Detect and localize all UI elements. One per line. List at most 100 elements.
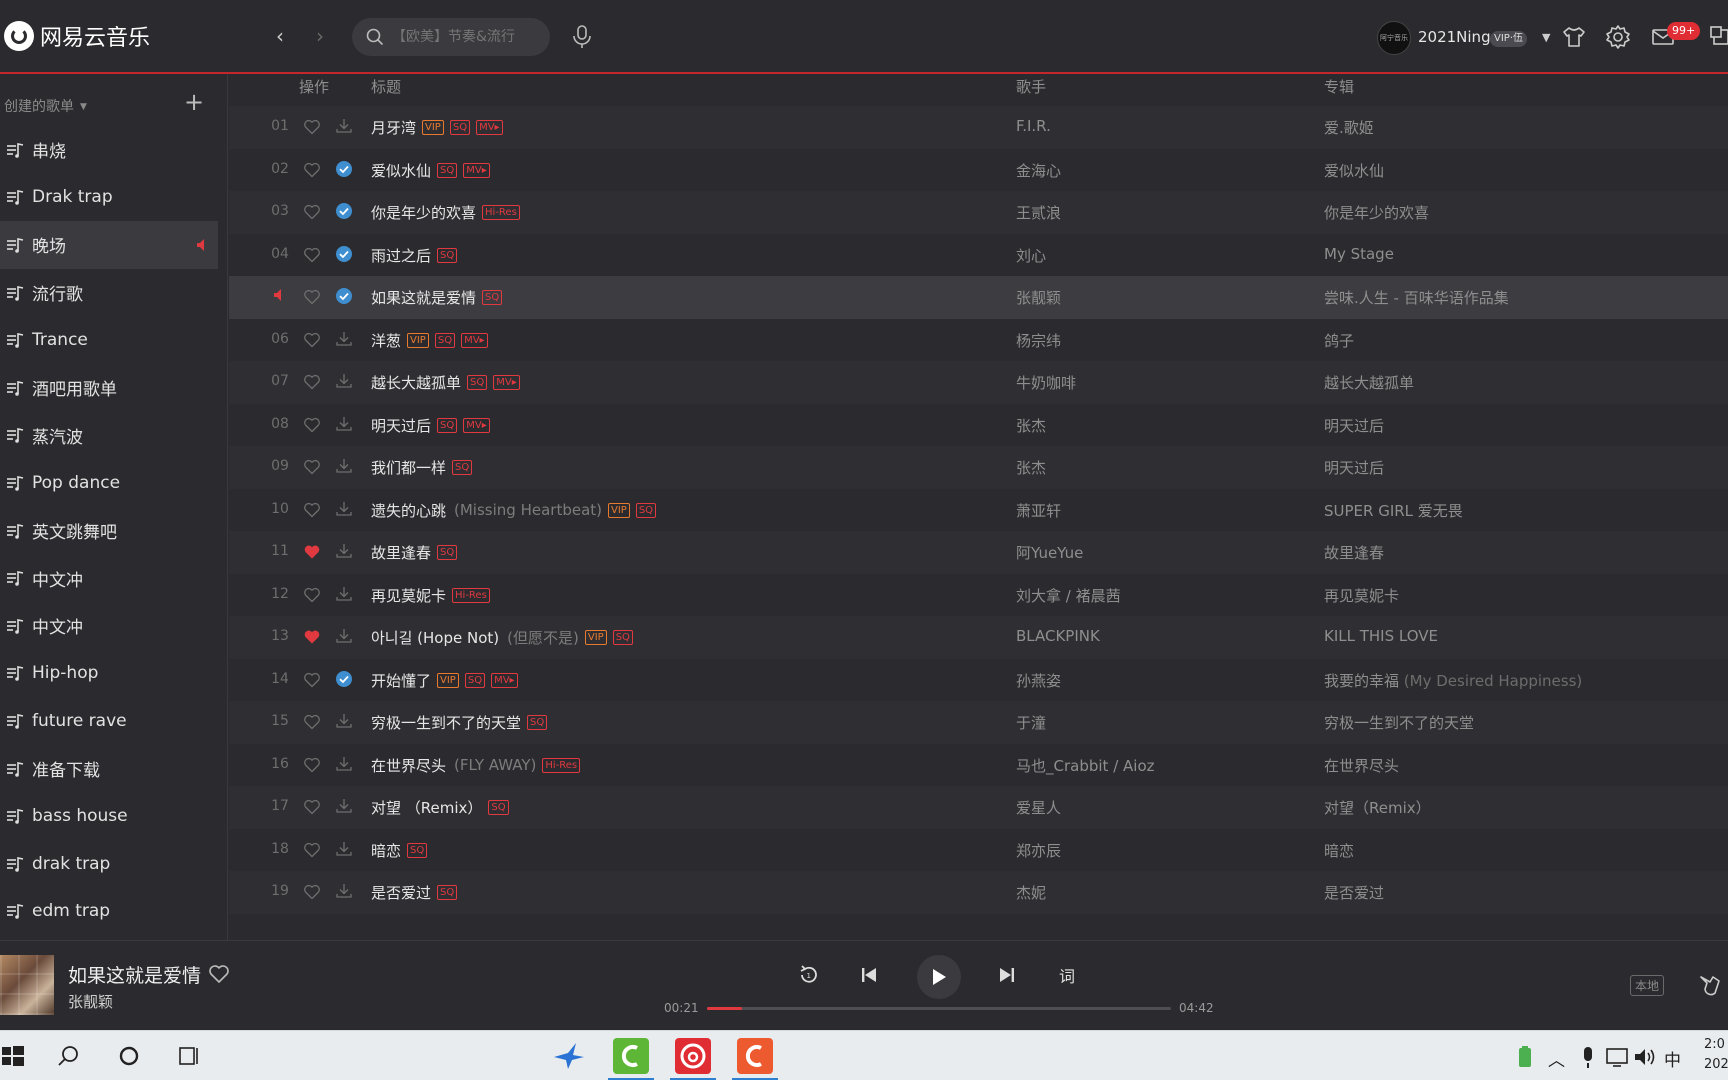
- table-row[interactable]: 02 爱似水仙 SQ MV▸ 金海心 爱似水仙: [229, 149, 1728, 192]
- song-album[interactable]: KILL THIS LOVE: [1324, 627, 1438, 645]
- table-row[interactable]: 09 我们都一样 SQ 张杰 明天过后: [229, 446, 1728, 489]
- quality-tag[interactable]: MV▸: [491, 672, 518, 688]
- like-heart-icon[interactable]: [303, 161, 321, 179]
- downloaded-check-icon[interactable]: [335, 245, 353, 263]
- windows-start-icon[interactable]: [0, 1043, 26, 1069]
- sidebar-item-playlist[interactable]: 串烧: [0, 126, 228, 174]
- sidebar-item-playlist[interactable]: Hip-hop: [0, 650, 228, 698]
- download-icon[interactable]: [335, 585, 353, 603]
- song-album[interactable]: 爱似水仙: [1324, 160, 1384, 181]
- like-heart-icon[interactable]: [303, 288, 321, 306]
- song-album[interactable]: 暗恋: [1324, 840, 1354, 861]
- battery-app-icon[interactable]: [1514, 1044, 1536, 1070]
- quality-tag[interactable]: MV▸: [463, 162, 490, 178]
- download-icon[interactable]: [335, 542, 353, 560]
- liked-heart-icon[interactable]: [303, 543, 321, 561]
- column-artist[interactable]: 歌手: [1016, 76, 1046, 97]
- song-artist[interactable]: 马也_Crabbit / Aioz: [1016, 755, 1155, 776]
- add-playlist-button[interactable]: +: [184, 88, 204, 116]
- song-album[interactable]: 尝味.人生 - 百味华语作品集: [1324, 287, 1509, 308]
- downloaded-check-icon[interactable]: [335, 670, 353, 688]
- sidebar-item-playlist[interactable]: Trance: [0, 316, 228, 364]
- song-artist[interactable]: F.I.R.: [1016, 117, 1051, 135]
- sidebar-item-playlist[interactable]: 英文跳舞吧: [0, 507, 228, 555]
- progress-bar[interactable]: [707, 1007, 1171, 1010]
- sidebar-item-playlist[interactable]: bass house: [0, 792, 228, 840]
- song-artist[interactable]: 金海心: [1016, 160, 1061, 181]
- search-input[interactable]: [392, 29, 522, 45]
- table-row[interactable]: 如果这就是爱情 SQ 张靓颖 尝味.人生 - 百味华语作品集: [229, 276, 1728, 319]
- search-icon[interactable]: [56, 1043, 82, 1069]
- sidebar-item-playlist[interactable]: future rave: [0, 697, 228, 745]
- table-row[interactable]: 13 아니길 (Hope Not) (但愿不是) VIP SQ BLACKPINK KILL…: [229, 616, 1728, 659]
- song-album[interactable]: SUPER GIRL 爱无畏: [1324, 500, 1463, 521]
- forward-button[interactable]: ›: [308, 24, 332, 48]
- local-button[interactable]: 本地: [1630, 975, 1665, 996]
- table-row[interactable]: 01 月牙湾 VIP SQ MV▸ F.I.R. 爱.歌姬: [229, 106, 1728, 149]
- volume-icon[interactable]: [1632, 1044, 1658, 1070]
- download-icon[interactable]: [335, 882, 353, 900]
- song-album[interactable]: 越长大越孤单: [1324, 372, 1414, 393]
- network-icon[interactable]: [1604, 1044, 1630, 1070]
- song-artist[interactable]: 爱星人: [1016, 797, 1061, 818]
- downloaded-check-icon[interactable]: [335, 202, 353, 220]
- song-title[interactable]: 아니길 (Hope Not) (但愿不是) VIP SQ: [371, 627, 633, 648]
- song-artist[interactable]: 王贰浪: [1016, 202, 1061, 223]
- username[interactable]: 2021Ning: [1418, 28, 1491, 46]
- sidebar-item-playlist[interactable]: 中文冲: [0, 554, 228, 602]
- like-heart-icon[interactable]: [303, 373, 321, 391]
- sidebar-item-playlist[interactable]: Pop dance: [0, 459, 228, 507]
- table-row[interactable]: 10 遗失的心跳 (Missing Heartbeat) VIP SQ 萧亚轩 SUPER …: [229, 489, 1728, 532]
- table-row[interactable]: 15 穷极一生到不了的天堂 SQ 于潼 穷极一生到不了的天堂: [229, 701, 1728, 744]
- vip-badge[interactable]: VIP·伍: [1490, 31, 1527, 47]
- user-menu-caret-icon[interactable]: ▼: [1542, 31, 1550, 44]
- like-heart-icon[interactable]: [303, 246, 321, 264]
- song-title[interactable]: 遗失的心跳 (Missing Heartbeat) VIP SQ: [371, 500, 657, 521]
- show-hidden-icons-icon[interactable]: ︿: [1548, 1046, 1565, 1071]
- like-heart-icon[interactable]: [303, 416, 321, 434]
- download-icon[interactable]: [335, 712, 353, 730]
- table-row[interactable]: 04 雨过之后 SQ 刘心 My Stage: [229, 234, 1728, 277]
- song-artist[interactable]: BLACKPINK: [1016, 627, 1100, 645]
- like-heart-icon[interactable]: [303, 501, 321, 519]
- download-icon[interactable]: [335, 372, 353, 390]
- song-artist[interactable]: 张杰: [1016, 415, 1046, 436]
- table-row[interactable]: 06 洋葱 VIP SQ MV▸ 杨宗纬 鸽子: [229, 319, 1728, 362]
- now-playing-artist[interactable]: 张靓颖: [68, 991, 113, 1012]
- like-heart-icon[interactable]: [303, 713, 321, 731]
- table-row[interactable]: 07 越长大越孤单 SQ MV▸ 牛奶咖啡 越长大越孤单: [229, 361, 1728, 404]
- song-title[interactable]: 开始懂了 VIP SQ MV▸: [371, 670, 518, 691]
- song-album[interactable]: My Stage: [1324, 245, 1394, 263]
- song-title[interactable]: 故里逢春 SQ: [371, 542, 458, 563]
- sidebar-item-playlist[interactable]: 酒吧用歌单: [0, 364, 228, 412]
- song-title[interactable]: 雨过之后 SQ: [371, 245, 458, 266]
- song-title[interactable]: 是否爱过 SQ: [371, 882, 458, 903]
- app-logo[interactable]: 网易云音乐: [4, 20, 150, 52]
- like-heart-icon[interactable]: [303, 458, 321, 476]
- table-row[interactable]: 18 暗恋 SQ 郑亦辰 暗恋: [229, 829, 1728, 872]
- song-album[interactable]: 明天过后: [1324, 457, 1384, 478]
- table-row[interactable]: 19 是否爱过 SQ 杰妮 是否爱过: [229, 871, 1728, 914]
- like-heart-icon[interactable]: [303, 841, 321, 859]
- quality-tag[interactable]: MV▸: [463, 417, 490, 433]
- camtasia-recorder-app-icon[interactable]: [732, 1035, 778, 1080]
- song-title[interactable]: 洋葱 VIP SQ MV▸: [371, 330, 488, 351]
- song-artist[interactable]: 郑亦辰: [1016, 840, 1061, 861]
- table-row[interactable]: 14 开始懂了 VIP SQ MV▸ 孙燕姿 我要的幸福 (My Desired Happi…: [229, 659, 1728, 702]
- table-row[interactable]: 12 再见莫妮卡 Hi-Res 刘大拿 / 褚晨茜 再见莫妮卡: [229, 574, 1728, 617]
- skin-shirt-icon[interactable]: [1561, 24, 1587, 50]
- like-heart-icon[interactable]: [303, 671, 321, 689]
- netease-music-app-icon[interactable]: [670, 1035, 716, 1080]
- download-icon[interactable]: [335, 755, 353, 773]
- song-album[interactable]: 你是年少的欢喜: [1324, 202, 1429, 223]
- song-artist[interactable]: 张靓颖: [1016, 287, 1061, 308]
- song-artist[interactable]: 于潼: [1016, 712, 1046, 733]
- song-album[interactable]: 我要的幸福 (My Desired Happiness): [1324, 670, 1582, 691]
- song-album[interactable]: 再见莫妮卡: [1324, 585, 1399, 606]
- avatar[interactable]: 阿宁音乐: [1377, 21, 1411, 55]
- song-artist[interactable]: 牛奶咖啡: [1016, 372, 1076, 393]
- song-album[interactable]: 在世界尽头: [1324, 755, 1399, 776]
- song-album[interactable]: 爱.歌姬: [1324, 117, 1374, 138]
- song-title[interactable]: 明天过后 SQ MV▸: [371, 415, 490, 436]
- song-album[interactable]: 鸽子: [1324, 330, 1354, 351]
